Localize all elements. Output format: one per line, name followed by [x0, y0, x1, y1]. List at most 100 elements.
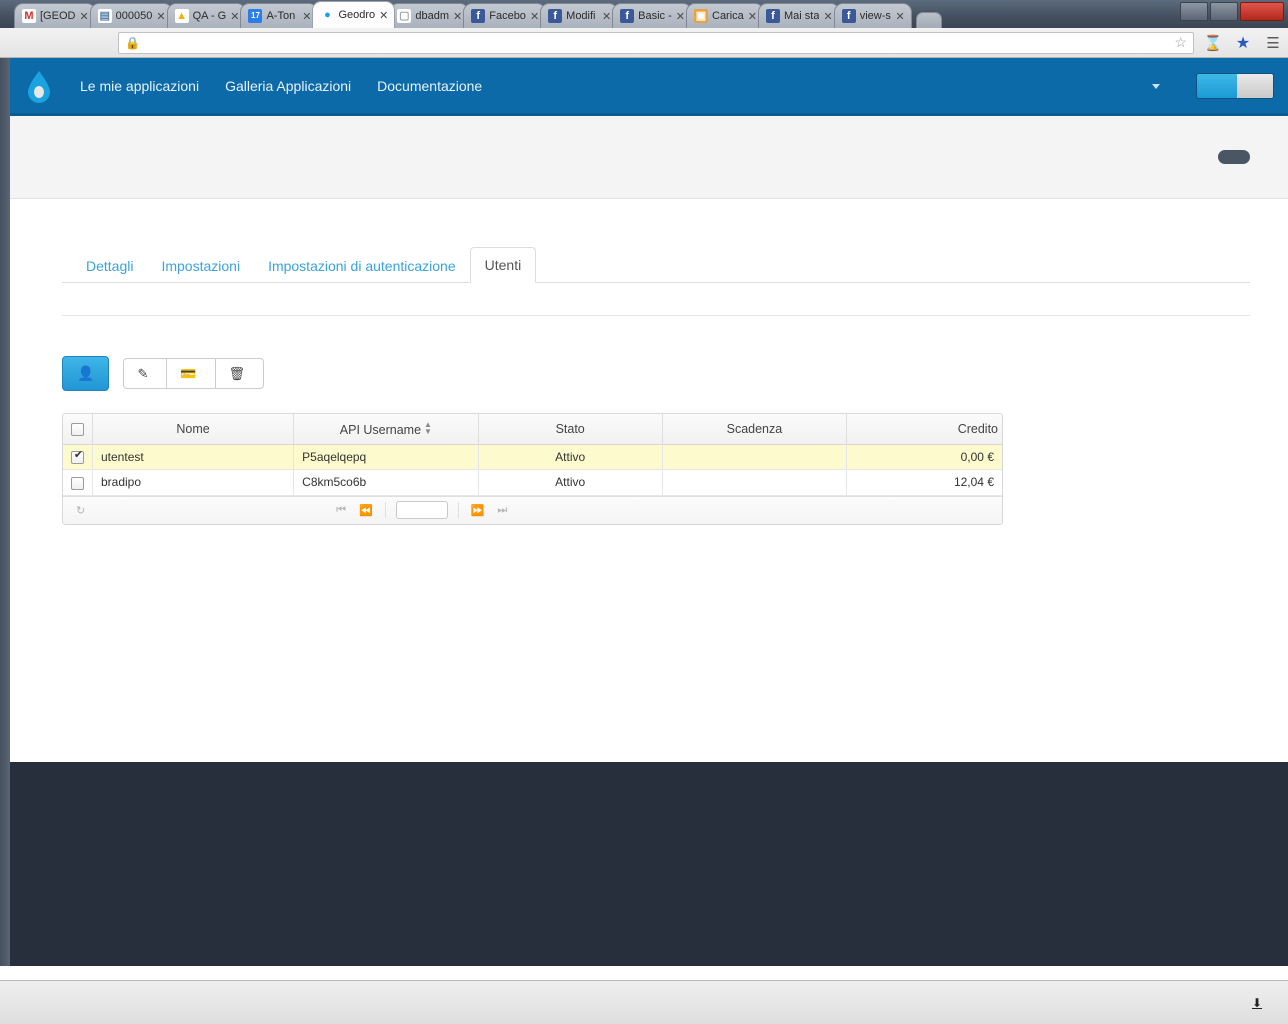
cell-credito: 12,04 € [846, 469, 1002, 496]
close-tab-icon[interactable]: ✕ [230, 10, 239, 23]
browser-tab[interactable]: f Mai sta ✕ [758, 3, 840, 28]
toggle-on-label [1197, 73, 1237, 98]
column-header-api-username[interactable]: API Username ▲ ▼ [293, 414, 479, 445]
cell-nome: bradipo [92, 469, 295, 496]
browser-tab-label: A-Ton [266, 10, 296, 22]
site-nav-link[interactable]: Galleria Applicazioni [225, 78, 351, 94]
table-row[interactable]: bradipo C8km5co6b Attivo 12,04 € [63, 469, 1002, 496]
browser-tab[interactable]: 17 A-Ton ✕ [240, 3, 319, 28]
close-tab-icon[interactable]: ✕ [823, 10, 832, 23]
close-tab-icon[interactable]: ✕ [895, 10, 904, 23]
back-button[interactable] [1218, 150, 1250, 164]
browser-tab-label: Modifi [566, 10, 596, 22]
close-tab-icon[interactable]: ✕ [676, 10, 685, 23]
site-nav-links: Le mie applicazioni Galleria Applicazioni… [80, 78, 482, 94]
browser-tab[interactable]: ▲ QA - G ✕ [166, 3, 247, 28]
close-tab-icon[interactable]: ✕ [602, 10, 611, 23]
browser-tab-label: Carica [712, 10, 744, 22]
table-row[interactable]: utentestP5aqelqepqAttivo 0,00 € [63, 444, 1002, 471]
geodrop-logo[interactable] [24, 70, 52, 103]
browser-tab[interactable]: f Modifi ✕ [540, 3, 619, 28]
address-bar[interactable]: 🔒 ☆ [118, 31, 1194, 54]
site-nav-right [1149, 72, 1288, 99]
browser-tab[interactable]: M [GEOD ✕ [14, 3, 96, 28]
column-header-credito[interactable]: Credito [846, 414, 1002, 445]
row-checkbox[interactable] [71, 449, 85, 465]
select-all-header[interactable] [63, 414, 93, 445]
browser-tab-label: Geodro [338, 9, 376, 21]
restore-button[interactable] [1210, 2, 1238, 21]
browser-tab[interactable]: f Facebo ✕ [463, 3, 547, 28]
pager-divider-2 [457, 502, 459, 519]
close-tab-icon[interactable]: ✕ [748, 10, 757, 23]
select-all-checkbox[interactable] [71, 423, 84, 437]
calendar-icon: 17 [248, 9, 263, 23]
main-content: Dettagli Impostazioni Impostazioni di aute… [10, 245, 1288, 525]
edit-button[interactable]: ✎ [123, 357, 168, 390]
browser-toolbar: 🔒 ☆ ⌛ ★ ☰ [0, 28, 1288, 58]
user-menu[interactable] [1149, 78, 1160, 94]
row-select-cell[interactable] [63, 444, 93, 471]
close-tab-icon[interactable]: ✕ [379, 9, 388, 22]
next-page-icon[interactable]: ⏩ [466, 504, 490, 517]
site-footer [10, 762, 1288, 966]
geodrop-icon: ● [320, 8, 335, 22]
tab-impostazioni[interactable]: Impostazioni [147, 249, 254, 283]
cell-nome: utentest [92, 444, 295, 471]
browser-tab[interactable]: ▤ 000050 ✕ [89, 3, 173, 28]
cell-scadenza [662, 469, 848, 496]
site-nav-link[interactable]: Documentazione [377, 78, 482, 94]
refresh-icon[interactable]: ↻ [71, 504, 90, 517]
create-user-button[interactable]: 👤 [62, 356, 110, 391]
credit-button[interactable]: 💳 [167, 357, 216, 390]
bookmark-star-icon[interactable]: ★ [1228, 33, 1258, 53]
show-all-downloads-link[interactable]: ⬇ [1252, 996, 1262, 1010]
facebook-icon: f [766, 9, 781, 23]
close-tab-icon[interactable]: ✕ [453, 10, 462, 23]
close-tab-icon[interactable]: ✕ [79, 10, 88, 23]
column-header-stato[interactable]: Stato [478, 414, 663, 445]
gmail-icon: M [22, 9, 36, 23]
close-tab-icon[interactable]: ✕ [530, 10, 539, 23]
site-navbar: Le mie applicazioni Galleria Applicazioni… [10, 58, 1288, 116]
minimize-button[interactable] [1180, 2, 1208, 21]
browser-tab-label: [GEOD [40, 10, 76, 22]
tab-impostazioni-di-autenticazione[interactable]: Impostazioni di autenticazione [254, 249, 470, 283]
new-tab-button[interactable] [915, 12, 942, 28]
cell-stato: Attivo [478, 469, 663, 496]
facebook-icon: f [620, 9, 635, 23]
window-controls [1180, 2, 1284, 21]
star-outline-icon[interactable]: ☆ [1174, 34, 1187, 51]
menu-icon[interactable]: ☰ [1258, 34, 1288, 52]
close-tab-icon[interactable]: ✕ [302, 10, 311, 23]
hourglass-icon[interactable]: ⌛ [1198, 34, 1228, 52]
prev-page-icon[interactable]: ⏪ [354, 504, 378, 517]
browser-tab-label: Mai sta [784, 10, 820, 22]
row-checkbox[interactable] [71, 476, 84, 490]
tab-utenti[interactable]: Utenti [469, 247, 537, 283]
first-page-icon[interactable]: ⏮ [331, 504, 351, 517]
browser-tab[interactable]: f view-s ✕ [833, 3, 912, 28]
tab-dettagli[interactable]: Dettagli [72, 249, 147, 283]
lock-icon: 🔒 [125, 35, 140, 50]
close-tab-icon[interactable]: ✕ [156, 10, 165, 23]
download-arrow-icon: ⬇ [1251, 995, 1262, 1010]
close-window-button[interactable] [1240, 2, 1284, 21]
chevron-down-icon [1152, 84, 1160, 90]
browser-tab[interactable]: ● Geodro ✕ [312, 1, 396, 28]
row-select-cell[interactable] [63, 469, 93, 496]
browser-tab[interactable]: ▣ Carica ✕ [686, 3, 765, 28]
column-header-scadenza[interactable]: Scadenza [662, 414, 848, 445]
browser-tab[interactable]: f Basic - ✕ [612, 3, 692, 28]
browser-tab[interactable]: ▢ dbadm ✕ [389, 3, 470, 28]
delete-button[interactable]: 🗑 [215, 357, 265, 390]
tab-strip: M [GEOD ✕ ▤ 000050 ✕ ▲ QA - G ✕ 17 A-Ton ✕ ● Geodro ✕ ▢… [14, 0, 942, 28]
column-header-nome[interactable]: Nome [92, 414, 295, 445]
site-nav-link[interactable]: Le mie applicazioni [80, 78, 199, 94]
developer-toggle[interactable] [1196, 72, 1274, 99]
facebook-icon: f [471, 9, 486, 23]
browser-tab-label: dbadm [415, 10, 450, 22]
last-page-icon[interactable]: ⏭ [492, 504, 512, 517]
page-input[interactable] [395, 501, 448, 520]
browser-tab-label: view-s [859, 10, 891, 22]
